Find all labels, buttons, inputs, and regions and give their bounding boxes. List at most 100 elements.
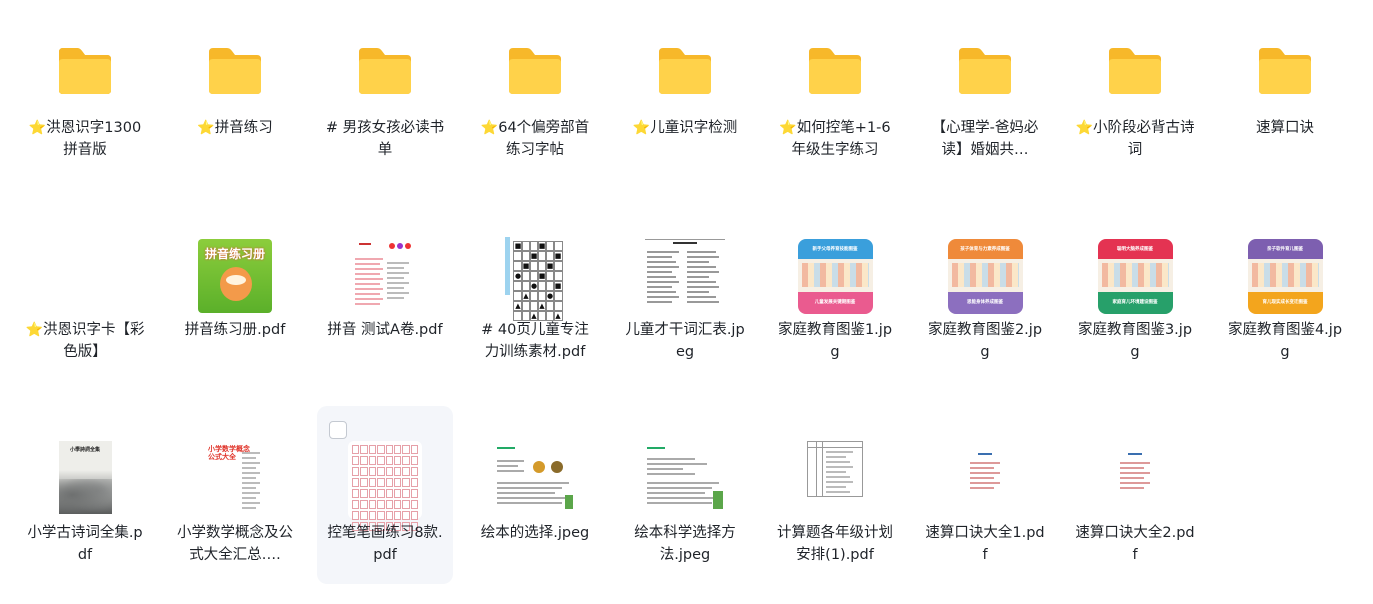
calculation-plan-thumb (807, 441, 863, 497)
poem-cover-title: 小學詩詞全集 (69, 446, 100, 453)
card-bottom-title: 思能身体养成图鉴 (967, 299, 1003, 305)
file-grid: ⭐洪恩识字1300拼音版 ⭐拼音练习 # 男孩女孩必读书单 ⭐64个偏旁部首练习… (17, 0, 1367, 604)
folder-icon (659, 48, 711, 94)
file-item[interactable]: 小学数学概念公式大全 小学数学概念及公式大全汇总…. (167, 406, 303, 584)
folder-item[interactable]: # 男孩女孩必读书单 (317, 0, 453, 178)
star-icon: ⭐ (197, 120, 215, 136)
folder-item[interactable]: ⭐小阶段必背古诗词 (1067, 0, 1203, 178)
item-name-text: 控笔笔画练习8款.pdf (327, 525, 443, 563)
item-name-text: 家庭教育图鉴1.jpg (777, 322, 893, 360)
thumbnail (955, 46, 1015, 96)
item-name-text: 拼音练习 (214, 120, 273, 136)
thumbnail (1255, 46, 1315, 96)
item-name-text: 拼音练习册.pdf (184, 322, 286, 338)
file-item[interactable]: 聪明大脑养成图鉴 家庭育儿环境建设图鉴 家庭教育图鉴3.jpg (1067, 202, 1203, 380)
item-name-text: 速算口诀大全2.pdf (1075, 525, 1195, 563)
thumbnail (805, 46, 865, 96)
item-name: 速算口诀 (1225, 117, 1345, 139)
file-item[interactable]: 速算口诀大全2.pdf (1067, 406, 1203, 584)
item-name: ⭐洪恩识字1300拼音版 (25, 117, 145, 161)
file-item[interactable]: 新手父母养育技能图鉴 儿童发展关键期图鉴 家庭教育图鉴1.jpg (767, 202, 903, 380)
item-name: ⭐小阶段必背古诗词 (1075, 117, 1195, 161)
folder-icon (1109, 48, 1161, 94)
item-name: 小学数学概念及公式大全汇总…. (175, 522, 295, 566)
item-name-text: 洪恩识字卡【彩色版】 (42, 322, 145, 360)
card-bottom-title: 育儿现实成长变迁图鉴 (1262, 299, 1308, 305)
card-top-title: 亲子软件育儿图鉴 (1267, 246, 1303, 252)
item-name-text: 绘本科学选择方法.jpeg (634, 525, 736, 563)
attention-grid-thumb: ■ ■ ■ ■ ■ ■ ● ■ ● ■ ▲ ● ▲ ▲ ▲ ▲ (505, 237, 565, 321)
thumbnail: 孩子体育与力素养成图鉴 思能身体养成图鉴 (947, 238, 1023, 314)
file-item[interactable]: 绘本的选择.jpeg (467, 406, 603, 584)
item-name-text: 小学数学概念及公式大全汇总…. (177, 525, 293, 563)
item-name-text: 【心理学-爸妈必读】婚姻共… (931, 120, 1039, 158)
folder-item[interactable]: ⭐如何控笔+1-6年级生字练习 (767, 0, 903, 178)
item-name: ⭐拼音练习 (175, 117, 295, 139)
item-name-text: 绘本的选择.jpeg (480, 525, 590, 541)
star-icon: ⭐ (632, 120, 651, 136)
pinyin-cover-thumb: 拼音练习册 (198, 239, 272, 313)
item-name-text: # 男孩女孩必读书单 (325, 120, 445, 158)
folder-item[interactable]: 速算口诀 (1217, 0, 1353, 178)
item-name: 家庭教育图鉴2.jpg (925, 319, 1045, 363)
item-name: 绘本科学选择方法.jpeg (625, 522, 745, 566)
thumbnail: 小学数学概念公式大全 (205, 440, 265, 516)
star-icon: ⭐ (779, 120, 797, 136)
item-name-text: 家庭教育图鉴3.jpg (1077, 322, 1193, 360)
picture-book-thumb (495, 445, 575, 513)
file-item[interactable]: ■ ■ ■ ■ ■ ■ ● ■ ● ■ ▲ ● ▲ ▲ ▲ ▲ # 40页儿童专注力训练素材.pdf (467, 202, 603, 380)
folder-icon (809, 48, 861, 94)
folder-item[interactable]: ⭐洪恩识字卡【彩色版】 (17, 48, 153, 380)
item-name-text: 速算口诀 (1256, 120, 1314, 136)
file-item[interactable]: 小學詩詞全集 小学古诗词全集.pdf (17, 406, 153, 584)
thumbnail: 亲子软件育儿图鉴 育儿现实成长变迁图鉴 (1247, 238, 1323, 314)
family-education-card-thumb: 孩子体育与力素养成图鉴 思能身体养成图鉴 (947, 238, 1023, 314)
item-name: 控笔笔画练习8款.pdf (325, 522, 445, 566)
item-name-text: 如何控笔+1-6年级生字练习 (791, 120, 891, 158)
folder-item[interactable]: ⭐拼音练习 (167, 0, 303, 178)
file-item[interactable]: 拼音练习册 拼音练习册.pdf (167, 202, 303, 380)
file-item[interactable]: 拼音 测试A卷.pdf (317, 202, 453, 380)
stroke-practice-thumb (348, 441, 422, 531)
quick-calc-thumb (1118, 451, 1152, 499)
thumbnail (1105, 46, 1165, 96)
item-name: 速算口诀大全2.pdf (1075, 522, 1195, 566)
file-item[interactable]: 计算题各年级计划安排(1).pdf (767, 406, 903, 584)
file-item[interactable]: 孩子体育与力素养成图鉴 思能身体养成图鉴 家庭教育图鉴2.jpg (917, 202, 1053, 380)
select-checkbox[interactable] (329, 421, 347, 439)
item-name-text: 速算口诀大全1.pdf (925, 525, 1045, 563)
poem-cover-thumb: 小學詩詞全集 (58, 440, 112, 514)
picture-book-method-thumb (645, 445, 725, 513)
item-name: 儿童才干词汇表.jpeg (625, 319, 745, 363)
item-name: # 40页儿童专注力训练素材.pdf (475, 319, 595, 363)
item-name: ⭐儿童识字检测 (625, 117, 745, 139)
family-education-card-thumb: 新手父母养育技能图鉴 儿童发展关键期图鉴 (797, 238, 873, 314)
file-item[interactable]: 绘本科学选择方法.jpeg (617, 406, 753, 584)
card-bottom-title: 家庭育儿环境建设图鉴 (1112, 299, 1158, 305)
thumbnail: 小學詩詞全集 (58, 440, 112, 514)
thumbnail: 聪明大脑养成图鉴 家庭育儿环境建设图鉴 (1097, 238, 1173, 314)
file-item[interactable]: 速算口诀大全1.pdf (917, 406, 1053, 584)
item-name: ⭐64个偏旁部首练习字帖 (475, 117, 595, 161)
folder-item[interactable]: 【心理学-爸妈必读】婚姻共… (917, 0, 1053, 178)
item-name: ⭐洪恩识字卡【彩色版】 (25, 319, 145, 363)
vocab-table-thumb (645, 238, 725, 312)
item-name-text: 儿童才干词汇表.jpeg (625, 322, 745, 360)
item-name-text: # 40页儿童专注力训练素材.pdf (481, 322, 589, 360)
folder-item[interactable]: ⭐儿童识字检测 (617, 0, 753, 178)
folder-icon (1259, 48, 1311, 94)
file-item[interactable]: 亲子软件育儿图鉴 育儿现实成长变迁图鉴 家庭教育图鉴4.jpg (1217, 202, 1353, 380)
folder-item[interactable]: ⭐64个偏旁部首练习字帖 (467, 0, 603, 178)
family-education-card-thumb: 聪明大脑养成图鉴 家庭育儿环境建设图鉴 (1097, 238, 1173, 314)
file-item[interactable]: 儿童才干词汇表.jpeg (617, 202, 753, 380)
thumbnail (505, 46, 565, 96)
file-item[interactable]: 控笔笔画练习8款.pdf (317, 406, 453, 584)
item-name: 拼音练习册.pdf (175, 319, 295, 341)
item-name-text: 小学古诗词全集.pdf (27, 525, 143, 563)
item-name: 【心理学-爸妈必读】婚姻共… (925, 117, 1045, 161)
item-name-text: 拼音 测试A卷.pdf (327, 322, 443, 338)
pinyin-cover-title: 拼音练习册 (204, 247, 265, 261)
thumbnail (355, 46, 415, 96)
item-name-text: 64个偏旁部首练习字帖 (498, 120, 590, 158)
thumbnail (806, 440, 864, 498)
